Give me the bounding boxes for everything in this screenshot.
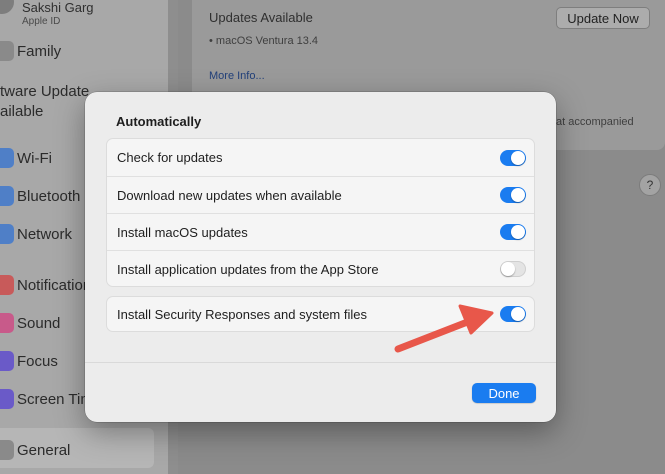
sidebar-item-network[interactable]: Network xyxy=(0,221,72,247)
sidebar-item-bluetooth[interactable]: Bluetooth xyxy=(0,183,80,209)
install-macos-updates-row: Install macOS updates xyxy=(107,213,534,250)
done-button[interactable]: Done xyxy=(472,383,536,403)
toggle-knob xyxy=(511,307,525,321)
network-icon xyxy=(0,224,14,244)
automatic-updates-dialog: Automatically Check for updates Download… xyxy=(85,92,556,422)
auto-update-options-group: Check for updates Download new updates w… xyxy=(106,138,535,287)
apple-id-account[interactable]: Sakshi Garg Apple ID xyxy=(22,0,94,27)
sidebar-item-label: General xyxy=(17,441,71,459)
sidebar-item-focus[interactable]: Focus xyxy=(0,348,58,374)
download-updates-toggle[interactable] xyxy=(500,187,526,203)
toggle-knob xyxy=(501,262,515,276)
check-for-updates-toggle[interactable] xyxy=(500,149,526,166)
sidebar-item-label: Focus xyxy=(17,352,58,370)
sidebar-item-label: Sound xyxy=(17,314,61,332)
row-label: Install Security Responses and system fi… xyxy=(117,306,367,322)
install-app-updates-row: Install application updates from the App… xyxy=(107,250,534,287)
sidebar-item-family[interactable]: Family xyxy=(0,38,61,64)
sidebar-item-label: Network xyxy=(17,225,73,243)
update-item: • macOS Ventura 13.4 xyxy=(209,35,319,47)
focus-icon xyxy=(0,351,14,371)
toggle-knob xyxy=(511,188,525,202)
help-button[interactable]: ? xyxy=(639,174,661,196)
user-name: Sakshi Garg xyxy=(22,0,94,15)
family-icon xyxy=(0,41,14,61)
avatar xyxy=(0,0,14,14)
notifications-icon xyxy=(0,275,14,295)
dialog-heading: Automatically xyxy=(116,114,202,129)
row-label: Install application updates from the App… xyxy=(117,261,379,277)
toggle-knob xyxy=(511,150,525,165)
sidebar-item-label: tware Update xyxy=(0,83,90,100)
sidebar-item-label: Wi-Fi xyxy=(17,149,52,167)
sidebar-item-label: Bluetooth xyxy=(17,187,81,205)
dialog-divider xyxy=(85,362,556,363)
more-info-link[interactable]: More Info... xyxy=(209,70,265,82)
updates-available-title: Updates Available xyxy=(209,10,313,25)
sidebar-item-label: Family xyxy=(17,42,62,60)
toggle-knob xyxy=(511,225,525,239)
wifi-icon xyxy=(0,148,14,168)
sidebar-item-screen-time[interactable]: Screen Tim xyxy=(0,386,93,412)
sidebar-item-notifications[interactable]: Notification xyxy=(0,272,91,298)
sidebar-item-sound[interactable]: Sound xyxy=(0,310,60,336)
update-now-button[interactable]: Update Now xyxy=(556,7,650,29)
screen-time-icon xyxy=(0,389,14,409)
sidebar-item-general[interactable]: General xyxy=(0,437,70,463)
sidebar-item-label: Screen Tim xyxy=(17,390,93,408)
security-responses-row: Install Security Responses and system fi… xyxy=(107,297,534,331)
check-for-updates-row: Check for updates xyxy=(107,139,534,176)
download-updates-row: Download new updates when available xyxy=(107,176,534,213)
sidebar-item-software-update-available[interactable]: tware Update ailable xyxy=(0,82,89,122)
security-responses-toggle[interactable] xyxy=(500,306,526,322)
row-label: Download new updates when available xyxy=(117,187,342,203)
user-subtitle: Apple ID xyxy=(22,16,61,27)
general-icon xyxy=(0,440,14,460)
sidebar-item-wifi[interactable]: Wi-Fi xyxy=(0,145,52,171)
bluetooth-icon xyxy=(0,186,14,206)
install-macos-updates-toggle[interactable] xyxy=(500,224,526,240)
sidebar-item-label: Notification xyxy=(17,276,92,294)
security-responses-group: Install Security Responses and system fi… xyxy=(106,296,535,332)
sound-icon xyxy=(0,313,14,333)
install-app-updates-toggle[interactable] xyxy=(500,261,526,277)
row-label: Install macOS updates xyxy=(117,224,248,240)
license-text: at accompanied xyxy=(556,116,634,128)
sidebar-item-label: ailable xyxy=(0,103,44,120)
row-label: Check for updates xyxy=(117,150,223,165)
